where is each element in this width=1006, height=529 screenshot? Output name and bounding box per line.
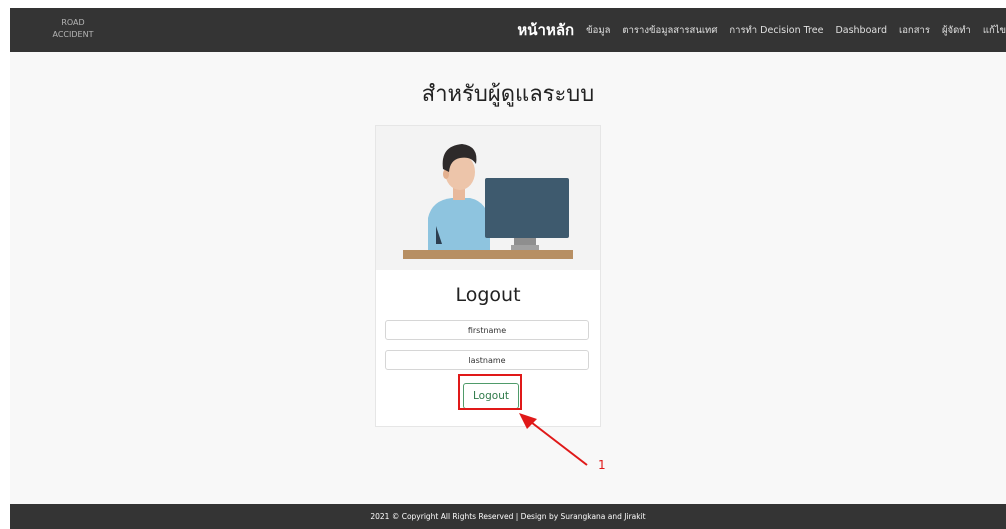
nav-item-documents[interactable]: เอกสาร [899, 23, 930, 38]
brand-line-1: ROAD [61, 18, 85, 27]
nav-item-home[interactable]: หน้าหลัก [517, 18, 574, 42]
page-title: สำหรับผู้ดูแลระบบ [421, 82, 595, 107]
annotation-arrow-icon [519, 413, 588, 466]
nav-links: หน้าหลัก ข้อมูล ตารางข้อมูลสารสนเทศ การท… [517, 8, 1006, 52]
brand-logo[interactable]: ROAD ACCIDENT [46, 17, 100, 41]
logout-title: Logout [455, 284, 521, 306]
nav-item-data[interactable]: ข้อมูล [586, 23, 610, 38]
nav-item-authors[interactable]: ผู้จัดทำ [942, 23, 971, 38]
admin-at-computer-illustration [376, 126, 600, 270]
footer: 2021 © Copyright All Rights Reserved | D… [10, 504, 1006, 529]
page: ROAD ACCIDENT หน้าหลัก ข้อมูล ตารางข้อมู… [10, 8, 1006, 529]
firstname-field[interactable] [385, 320, 589, 340]
footer-text: 2021 © Copyright All Rights Reserved | D… [370, 512, 646, 521]
admin-illustration-icon [403, 144, 573, 259]
nav-item-edit[interactable]: แก้ไข [983, 23, 1006, 38]
nav-item-dashboard[interactable]: Dashboard [835, 25, 887, 36]
nav-item-decision-tree[interactable]: การทำ Decision Tree [729, 23, 823, 38]
annotation-number: 1 [598, 458, 606, 472]
lastname-field[interactable] [385, 350, 589, 370]
brand-line-2: ACCIDENT [52, 30, 94, 39]
annotation-highlight-box [458, 374, 522, 410]
nav-item-info-table[interactable]: ตารางข้อมูลสารสนเทศ [622, 23, 717, 38]
top-navbar: ROAD ACCIDENT หน้าหลัก ข้อมูล ตารางข้อมู… [10, 8, 1006, 52]
